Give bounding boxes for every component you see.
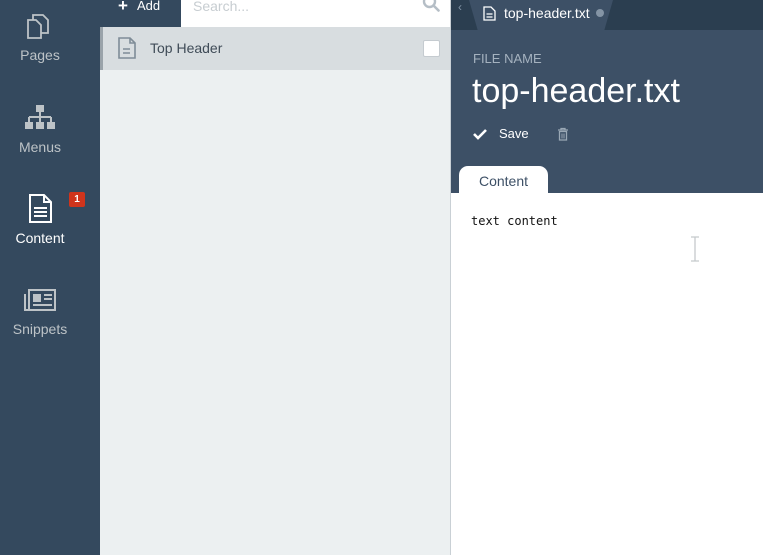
tab-top-header[interactable]: top-header.txt bbox=[469, 0, 613, 30]
nav-item-pages[interactable]: Pages bbox=[0, 10, 100, 90]
nav-label-content: Content bbox=[15, 230, 65, 246]
text-cursor-icon bbox=[691, 236, 699, 262]
file-icon bbox=[483, 6, 496, 21]
tab-title: top-header.txt bbox=[504, 5, 590, 21]
tab-content[interactable]: Content bbox=[459, 166, 548, 193]
item-list-panel: + Add Top Header bbox=[100, 0, 450, 555]
trash-icon[interactable] bbox=[557, 127, 569, 141]
list-item-checkbox[interactable] bbox=[423, 40, 440, 57]
list-toolbar: + Add bbox=[100, 0, 450, 27]
nav-item-snippets[interactable]: Snippets bbox=[0, 285, 100, 365]
tab-scroll-left-icon[interactable]: ‹ bbox=[458, 0, 462, 14]
add-button[interactable]: + Add bbox=[100, 0, 181, 27]
snippets-icon bbox=[24, 289, 56, 311]
app-window: Pages Menus Content 1 Snippets + Add Sea… bbox=[0, 0, 763, 555]
content-editor-text[interactable]: text content bbox=[471, 214, 558, 228]
file-tab-strip: ‹ top-header.txt bbox=[451, 0, 763, 30]
nav-label-snippets: Snippets bbox=[12, 321, 68, 337]
side-nav: Pages Menus Content 1 Snippets bbox=[0, 0, 100, 555]
nav-item-menus[interactable]: Menus bbox=[0, 103, 100, 183]
list-item[interactable]: Top Header bbox=[100, 27, 450, 70]
content-badge: 1 bbox=[69, 192, 85, 207]
search-input[interactable] bbox=[181, 0, 450, 13]
save-label: Save bbox=[499, 126, 529, 141]
list-item-name: Top Header bbox=[150, 40, 223, 56]
plus-icon: + bbox=[118, 0, 128, 15]
menus-icon bbox=[25, 105, 55, 129]
nav-item-content[interactable]: Content bbox=[0, 193, 100, 273]
document-icon bbox=[118, 37, 136, 59]
pages-icon bbox=[27, 14, 49, 39]
file-header: FILE NAME top-header.txt Save Content bbox=[451, 30, 763, 193]
add-button-label: Add bbox=[137, 0, 161, 13]
check-icon bbox=[473, 129, 487, 140]
file-name-label: FILE NAME bbox=[473, 51, 542, 66]
nav-label-pages: Pages bbox=[20, 47, 60, 63]
tab-close-dot[interactable] bbox=[596, 9, 604, 17]
file-name-field[interactable]: top-header.txt bbox=[472, 72, 680, 111]
nav-label-menus: Menus bbox=[18, 139, 62, 155]
editor-panel: ‹ top-header.txt FILE NAME top-header.tx… bbox=[451, 0, 763, 555]
search-icon[interactable] bbox=[422, 0, 440, 12]
content-icon bbox=[29, 194, 52, 223]
